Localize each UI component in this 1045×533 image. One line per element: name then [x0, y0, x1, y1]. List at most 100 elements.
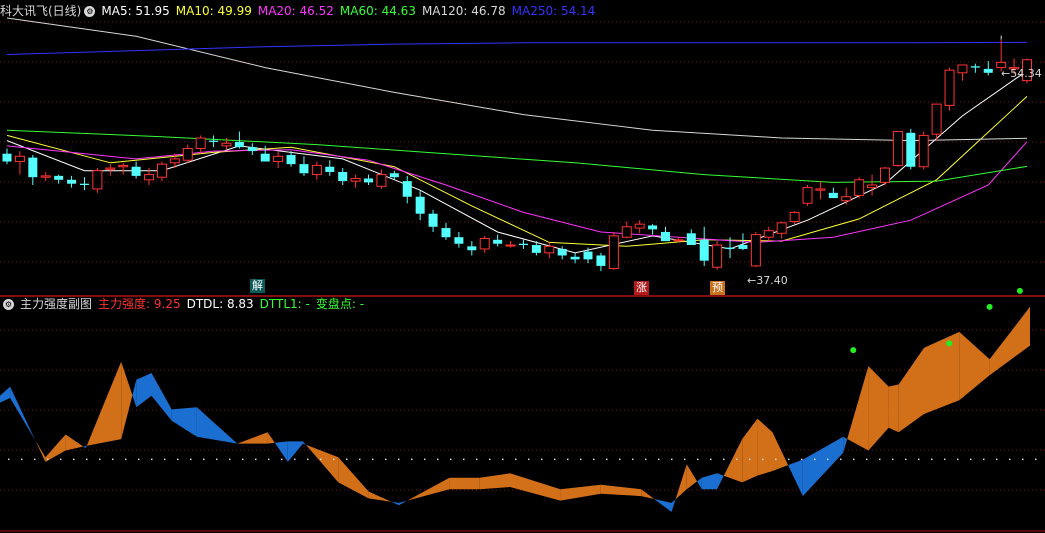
candle-body — [92, 170, 103, 190]
candle-body — [247, 147, 257, 152]
candle-body — [479, 238, 490, 250]
baseline-dot — [697, 458, 699, 461]
baseline-dot — [684, 458, 686, 461]
candle-body — [182, 147, 193, 161]
strength-fill-down — [717, 473, 724, 490]
baseline-dot — [827, 458, 829, 461]
baseline-dot — [892, 458, 894, 461]
baseline-dot — [788, 458, 790, 461]
candle-body — [712, 244, 723, 268]
baseline-dot — [21, 458, 23, 461]
strength-fill-up — [237, 432, 268, 444]
main-chart-header: 科大讯飞(日线) ⚙ MA5: 51.95 MA10: 49.99 MA20: 46… — [0, 2, 601, 20]
candle-body — [325, 166, 335, 172]
baseline-dot — [47, 458, 49, 461]
baseline-dot — [385, 458, 387, 461]
baseline-dot — [8, 458, 10, 461]
baseline-dot — [866, 458, 868, 461]
candle-body — [608, 235, 619, 270]
baseline-dot — [918, 458, 920, 461]
candle-body — [763, 230, 774, 238]
baseline-dot — [879, 458, 881, 461]
stock-chart[interactable] — [0, 0, 1045, 533]
candle-body — [2, 153, 12, 162]
baseline-dot — [242, 458, 244, 461]
candle-body — [467, 246, 477, 251]
baseline-dot — [593, 458, 595, 461]
sub-indicator-area — [0, 287, 1037, 512]
strength-fill-up — [65, 434, 84, 451]
sub-indicator-title[interactable]: 主力强度副图 — [20, 295, 92, 313]
strength-fill-down — [196, 407, 238, 444]
strength-fill-up — [959, 331, 990, 401]
strength-fill-up — [35, 440, 46, 462]
baseline-dot — [1022, 458, 1024, 461]
candle-body — [583, 251, 593, 260]
signal-dot — [1016, 287, 1023, 294]
strength-fill-down — [132, 379, 137, 408]
baseline-dot — [840, 458, 842, 461]
candle-body — [828, 192, 838, 199]
candle-body — [169, 158, 180, 164]
strength-fill-down — [10, 386, 36, 441]
candle-body — [428, 213, 438, 227]
strength-fill-up — [772, 432, 789, 471]
candle-body — [931, 103, 942, 135]
strength-fill-down — [0, 386, 11, 403]
candle-body — [518, 243, 528, 246]
strength-fill-down — [701, 473, 717, 490]
candle-body — [686, 233, 696, 246]
ma-line-ma5 — [6, 70, 1028, 254]
candle-body — [67, 179, 77, 184]
candle-body — [944, 69, 955, 106]
strength-fill-up — [305, 444, 339, 483]
candle-body — [802, 187, 813, 204]
baseline-dot — [190, 458, 192, 461]
candle-body — [260, 153, 270, 162]
ma-legend: MA5: 51.95 MA10: 49.99 MA20: 46.52 MA60: 44… — [101, 2, 601, 20]
signal-dot — [986, 303, 993, 310]
baseline-dot — [645, 458, 647, 461]
baseline-dot — [281, 458, 283, 461]
strength-fill-up — [742, 418, 758, 483]
sub-legend-item: DTTL1: - — [259, 297, 310, 311]
candle-body — [195, 137, 206, 149]
baseline-dot — [294, 458, 296, 461]
baseline-dot — [580, 458, 582, 461]
stock-title[interactable]: 科大讯飞(日线) — [0, 2, 81, 20]
baseline-dot — [333, 458, 335, 461]
strength-fill-up — [510, 473, 561, 501]
baseline-dot — [736, 458, 738, 461]
baseline-dot — [983, 458, 985, 461]
baseline-dot — [151, 458, 153, 461]
strength-fill-down — [391, 501, 399, 506]
baseline-dot — [34, 458, 36, 461]
ma-line-ma250 — [6, 41, 1028, 55]
low-arrow-icon: ← — [747, 274, 757, 287]
baseline-dot — [632, 458, 634, 461]
settings-icon[interactable]: ⚙ — [3, 298, 14, 310]
candle-body — [725, 247, 735, 249]
strength-fill-down — [136, 373, 152, 408]
candle-body — [131, 166, 141, 176]
baseline-dot — [723, 458, 725, 461]
strength-fill-down — [171, 407, 197, 437]
candle-body — [311, 164, 322, 176]
strength-fill-down — [83, 445, 86, 449]
baseline-dot — [476, 458, 478, 461]
candle-body — [815, 188, 826, 191]
strength-fill-up — [757, 418, 773, 476]
sub-legend-item: DTDL: 8.83 — [186, 297, 254, 311]
candle-body — [156, 163, 167, 178]
baseline-dot — [710, 458, 712, 461]
strength-fill-up — [45, 434, 66, 462]
settings-icon[interactable]: ⚙ — [84, 5, 96, 17]
strength-fill-up — [338, 457, 369, 499]
candle-body — [918, 134, 929, 168]
baseline-dot — [606, 458, 608, 461]
signal-yu: 预 — [710, 281, 725, 295]
candle-body — [454, 237, 464, 244]
baseline-dot — [424, 458, 426, 461]
baseline-dot — [437, 458, 439, 461]
candle-body — [879, 167, 890, 183]
